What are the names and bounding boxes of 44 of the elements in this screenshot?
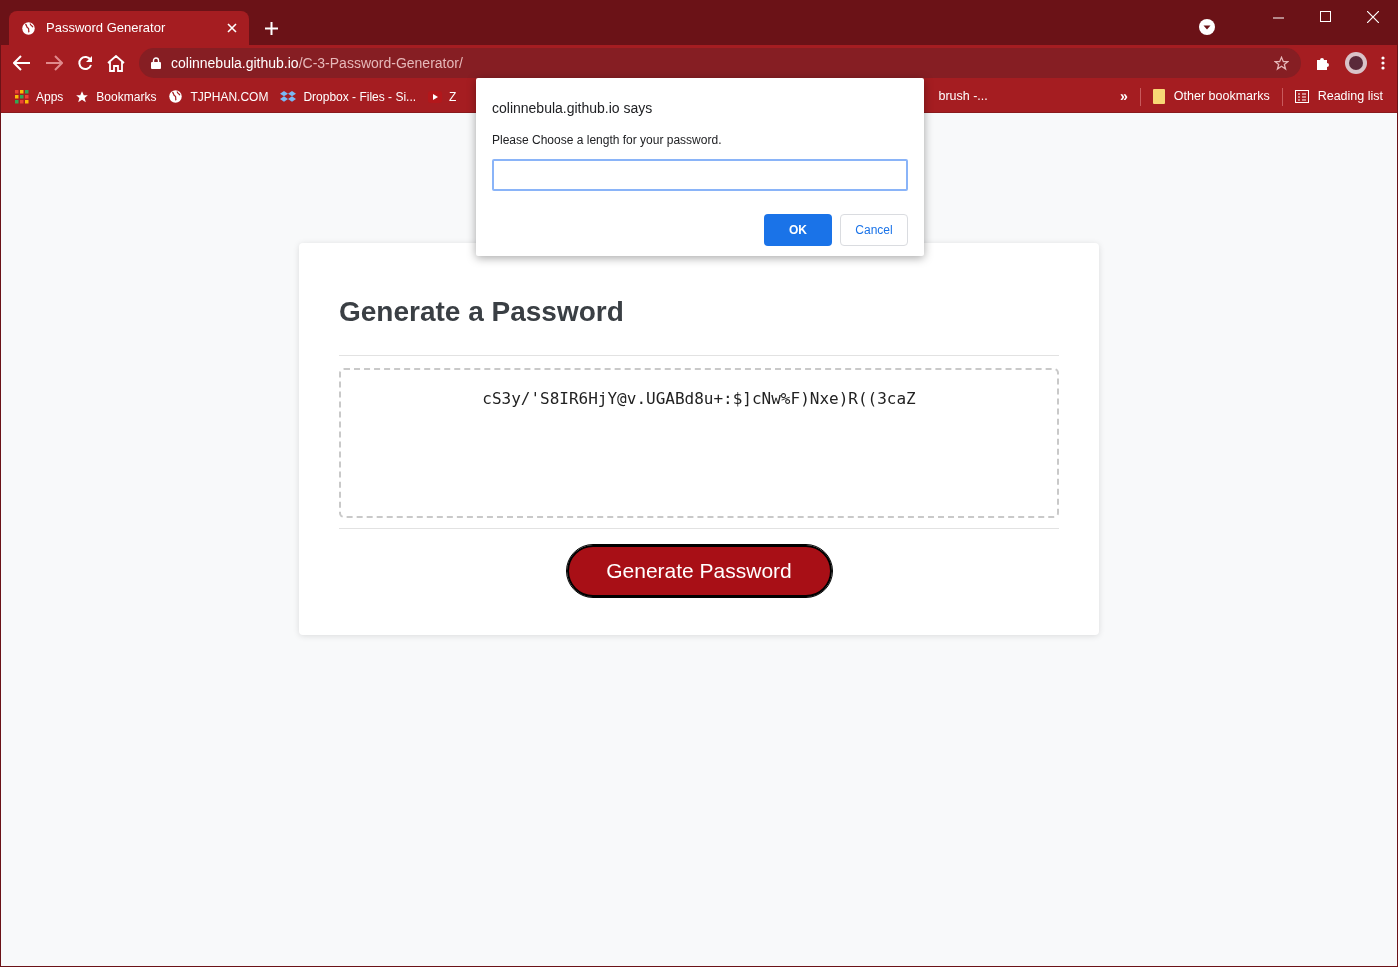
dialog-title: colinnebula.github.io says xyxy=(492,99,654,118)
password-text: cS3y/'S8IR6HjY@v.UGABd8u+:$]cNw%F)Nxe)R((3caZ xyxy=(482,388,916,410)
url-text: colinnebula.github.io/C-3-Password-Generator/ xyxy=(171,53,464,73)
reload-icon[interactable] xyxy=(77,55,93,71)
avatar-icon[interactable] xyxy=(1345,52,1367,74)
globe-icon xyxy=(21,20,36,36)
overflow-chevron[interactable]: » xyxy=(1120,86,1128,107)
more-menu-icon[interactable] xyxy=(1381,56,1385,70)
puzzle-icon[interactable] xyxy=(1315,55,1331,71)
bookmark-item[interactable]: Apps xyxy=(15,87,64,106)
maximize-icon[interactable] xyxy=(1320,11,1331,22)
star-outline-icon[interactable] xyxy=(1274,55,1289,71)
dialog-message: Please Choose a length for your password. xyxy=(492,132,723,149)
bookmark-item[interactable]: Z xyxy=(428,87,457,106)
box-icon xyxy=(280,89,297,104)
tab-search-icon[interactable] xyxy=(1199,19,1215,35)
forward-arrow-icon[interactable] xyxy=(45,55,63,71)
star-icon xyxy=(75,89,90,104)
ok-button[interactable]: OK xyxy=(764,214,832,246)
input-field[interactable] xyxy=(492,159,908,191)
apps-grid-icon xyxy=(15,89,29,104)
close-icon[interactable] xyxy=(227,23,237,33)
bookmark-item[interactable]: brush -... xyxy=(938,87,988,106)
bookmark-item[interactable]: TJPHAN.COM xyxy=(168,87,269,106)
password-field[interactable]: cS3y/'S8IR6HjY@v.UGABd8u+:$]cNw%F)Nxe)R((3caZ xyxy=(339,368,1059,518)
back-arrow-icon[interactable] xyxy=(13,55,31,71)
reading-list-button[interactable]: Reading list xyxy=(1294,87,1383,106)
close-icon[interactable] xyxy=(1367,11,1379,23)
card-heading: Generate a Password xyxy=(339,291,1059,356)
generate-button[interactable]: Generate Password xyxy=(566,545,832,597)
browser-tab[interactable]: Password Generator xyxy=(9,11,249,45)
tab-title: Password Generator xyxy=(46,19,167,38)
lock-icon xyxy=(151,57,161,69)
bookmark-item[interactable]: Bookmarks xyxy=(75,87,157,106)
address-bar[interactable]: colinnebula.github.io/C-3-Password-Generator/ xyxy=(139,48,1301,78)
globe-icon xyxy=(168,89,184,104)
home-icon[interactable] xyxy=(107,54,125,72)
folder-icon xyxy=(1152,89,1165,104)
cancel-button[interactable]: Cancel xyxy=(840,214,908,246)
bookmark-folder[interactable]: Other bookmarks xyxy=(1152,87,1270,106)
list-icon xyxy=(1294,90,1309,103)
new-tab-icon[interactable] xyxy=(265,22,278,35)
play-icon xyxy=(428,90,443,103)
bookmark-item[interactable]: Dropbox - Files - Si... xyxy=(280,87,417,106)
